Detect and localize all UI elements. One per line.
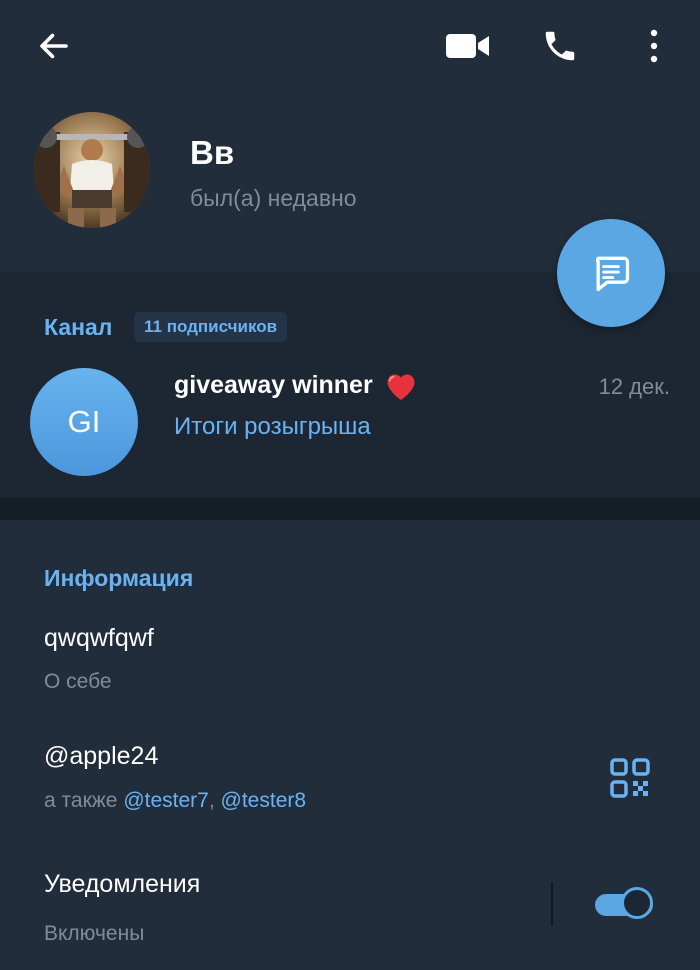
info-title: Информация (44, 565, 194, 591)
username-separator: , (208, 789, 221, 812)
notifications-status: Включены (44, 922, 145, 945)
avatar-photo (34, 112, 150, 228)
channel-post-subtitle[interactable]: Итоги розыгрыша (174, 411, 371, 443)
qr-code-icon (610, 758, 650, 798)
qr-code-button[interactable] (606, 754, 654, 802)
channel-avatar-initials: GI (67, 404, 101, 439)
video-call-icon (446, 34, 489, 58)
message-icon (596, 256, 630, 292)
call-button[interactable] (534, 20, 586, 72)
notifications-divider (551, 882, 553, 926)
subscribers-badge: 11 подписчиков (134, 312, 288, 342)
bio-label: О себе (44, 670, 112, 693)
info-section: Информация qwqwfqwf О себе @apple24 а та… (0, 520, 700, 970)
video-call-button[interactable] (440, 22, 496, 70)
username-also: а также @tester7, @tester8 (44, 787, 306, 815)
toggle-knob (621, 887, 653, 919)
also-username-link[interactable]: @tester7 (123, 789, 209, 812)
send-message-button[interactable] (557, 219, 665, 327)
channel-post-date: 12 дек. (598, 374, 670, 399)
heart-icon (387, 374, 415, 400)
channel-avatar[interactable]: GI (30, 368, 138, 476)
notifications-toggle[interactable] (593, 886, 659, 924)
more-vertical-icon (650, 29, 658, 63)
back-button[interactable] (28, 22, 80, 70)
channel-post-title[interactable]: giveaway winner (174, 368, 419, 402)
channel-label: Канал (44, 314, 113, 340)
channel-post-title-text: giveaway winner (174, 371, 373, 399)
more-options-button[interactable] (634, 20, 674, 72)
notifications-title[interactable]: Уведомления (44, 868, 200, 900)
profile-name: Вв (190, 134, 235, 171)
bio-text[interactable]: qwqwfqwf (44, 622, 154, 654)
profile-avatar[interactable] (34, 112, 150, 228)
back-arrow-icon (40, 33, 68, 59)
username[interactable]: @apple24 (44, 740, 158, 772)
section-divider (0, 498, 700, 520)
username-also-prefix: а также (44, 789, 124, 812)
phone-icon (545, 31, 575, 61)
profile-status: был(а) недавно (190, 185, 357, 211)
also-username-link[interactable]: @tester8 (221, 789, 307, 812)
